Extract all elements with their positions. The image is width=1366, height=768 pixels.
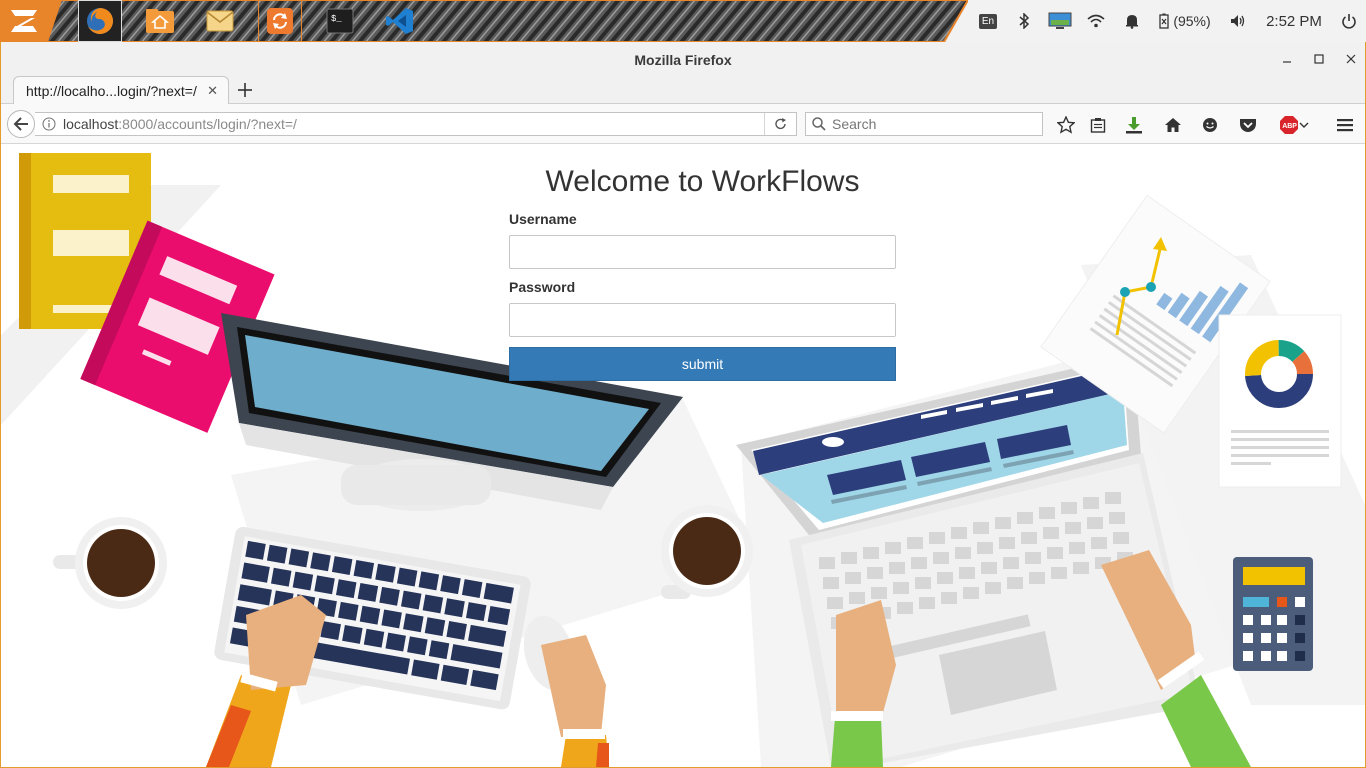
- monitor-icon: [1048, 12, 1072, 29]
- navigation-toolbar: localhost:8000/accounts/login/?next=/ Se…: [1, 104, 1365, 144]
- pocket-button[interactable]: [1237, 114, 1259, 136]
- download-icon: [1126, 117, 1142, 134]
- firefox-launcher[interactable]: [78, 0, 122, 42]
- power-menu[interactable]: [1332, 0, 1366, 42]
- minimize-icon: [1283, 61, 1291, 63]
- adblock-plus-button[interactable]: ABP: [1275, 114, 1313, 136]
- chevron-down-icon: [1299, 122, 1309, 128]
- tab-strip: http://localho...login/?next=/ ✕: [1, 76, 1365, 105]
- submit-button[interactable]: submit: [509, 347, 896, 381]
- display-indicator[interactable]: [1042, 0, 1078, 42]
- update-icon: [267, 8, 293, 34]
- back-arrow-icon: [13, 117, 28, 131]
- files-launcher[interactable]: [138, 0, 182, 42]
- calculator: [1233, 557, 1313, 671]
- tab-close-icon[interactable]: ✕: [207, 83, 218, 99]
- clock-time: 2:52 PM: [1266, 12, 1322, 30]
- open-menu-button[interactable]: [1334, 114, 1356, 136]
- svg-text:$_: $_: [331, 14, 342, 24]
- url-host: localhost: [63, 116, 119, 132]
- password-input[interactable]: [509, 303, 896, 337]
- system-tray: En (95%) 2:52 PM: [970, 0, 1366, 42]
- battery-percentage: (95%): [1173, 13, 1211, 29]
- keyboard-layout-label: En: [978, 13, 998, 29]
- search-bar[interactable]: [805, 112, 1043, 136]
- wifi-icon: [1087, 14, 1105, 28]
- home-button[interactable]: [1162, 114, 1184, 136]
- mail-launcher[interactable]: [198, 0, 242, 42]
- maximize-icon: [1314, 54, 1324, 64]
- search-icon: [812, 117, 826, 131]
- star-icon: [1057, 116, 1075, 134]
- hamburger-menu-icon: [1337, 119, 1353, 132]
- bluetooth-icon: [1019, 13, 1030, 29]
- window-title: Mozilla Firefox: [634, 52, 732, 68]
- keyboard-layout-indicator[interactable]: En: [970, 0, 1006, 42]
- login-form: Welcome to WorkFlows Username Password s…: [509, 163, 896, 381]
- page-content: Welcome to WorkFlows Username Password s…: [1, 145, 1365, 767]
- maximize-button[interactable]: [1307, 48, 1331, 70]
- svg-text:ABP: ABP: [1282, 123, 1297, 130]
- hello-button[interactable]: [1199, 114, 1221, 136]
- bell-icon: [1126, 15, 1138, 29]
- battery-indicator[interactable]: (95%): [1150, 0, 1220, 42]
- clock[interactable]: 2:52 PM: [1256, 0, 1332, 42]
- bookmark-star-button[interactable]: [1055, 114, 1077, 136]
- adblock-icon: ABP: [1280, 116, 1298, 134]
- terminal-launcher[interactable]: $_: [318, 0, 362, 42]
- power-icon: [1342, 14, 1356, 29]
- zorin-menu-button[interactable]: [2, 0, 46, 42]
- close-window-button[interactable]: [1339, 48, 1363, 70]
- coffee-cup-left: [53, 517, 167, 609]
- tab-title: http://localho...login/?next=/: [26, 83, 197, 99]
- url-text: localhost:8000/accounts/login/?next=/: [63, 116, 297, 132]
- app-launcher: $_: [0, 0, 968, 42]
- files-icon: [146, 9, 174, 33]
- clipboard-icon: [1090, 118, 1106, 133]
- username-input[interactable]: [509, 235, 896, 269]
- window-titlebar[interactable]: Mozilla Firefox: [1, 42, 1365, 76]
- chat-smile-icon: [1203, 118, 1217, 132]
- reading-list-button[interactable]: [1087, 114, 1109, 136]
- vscode-launcher[interactable]: [378, 0, 422, 42]
- downloads-button[interactable]: [1123, 114, 1145, 136]
- terminal-icon: $_: [326, 8, 354, 34]
- notifications-indicator[interactable]: [1114, 0, 1150, 42]
- password-label: Password: [509, 279, 576, 295]
- firefox-icon: [87, 8, 113, 34]
- wifi-indicator[interactable]: [1078, 0, 1114, 42]
- mail-icon: [206, 10, 234, 32]
- home-icon: [1165, 118, 1181, 132]
- battery-icon: [1159, 13, 1169, 29]
- close-icon: [1346, 54, 1356, 64]
- software-updater-launcher[interactable]: [258, 0, 302, 42]
- vscode-icon: [386, 8, 413, 34]
- back-button[interactable]: [7, 110, 35, 138]
- desktop-taskbar: $_ En (95%) 2:52 PM: [0, 0, 1366, 42]
- firefox-window: Mozilla Firefox http://localho...login/?…: [0, 42, 1366, 768]
- reload-button[interactable]: [764, 113, 796, 135]
- info-icon: [42, 117, 56, 131]
- new-tab-button[interactable]: [233, 78, 257, 102]
- pocket-icon: [1240, 119, 1256, 132]
- address-bar[interactable]: localhost:8000/accounts/login/?next=/: [35, 112, 797, 136]
- donut-chart-card: [1218, 314, 1342, 488]
- plus-icon: [238, 83, 252, 97]
- tab-login[interactable]: http://localho...login/?next=/ ✕: [13, 76, 229, 105]
- url-path: :8000/accounts/login/?next=/: [118, 116, 297, 132]
- page-title: Welcome to WorkFlows: [545, 165, 860, 198]
- speaker-icon: [1231, 15, 1245, 27]
- site-info-button[interactable]: [35, 117, 63, 131]
- search-input[interactable]: [832, 116, 1032, 132]
- zorin-menu-icon: [11, 10, 37, 32]
- minimize-button[interactable]: [1275, 48, 1299, 70]
- reload-icon: [774, 118, 786, 130]
- username-label: Username: [509, 211, 577, 227]
- volume-indicator[interactable]: [1220, 0, 1256, 42]
- bluetooth-indicator[interactable]: [1006, 0, 1042, 42]
